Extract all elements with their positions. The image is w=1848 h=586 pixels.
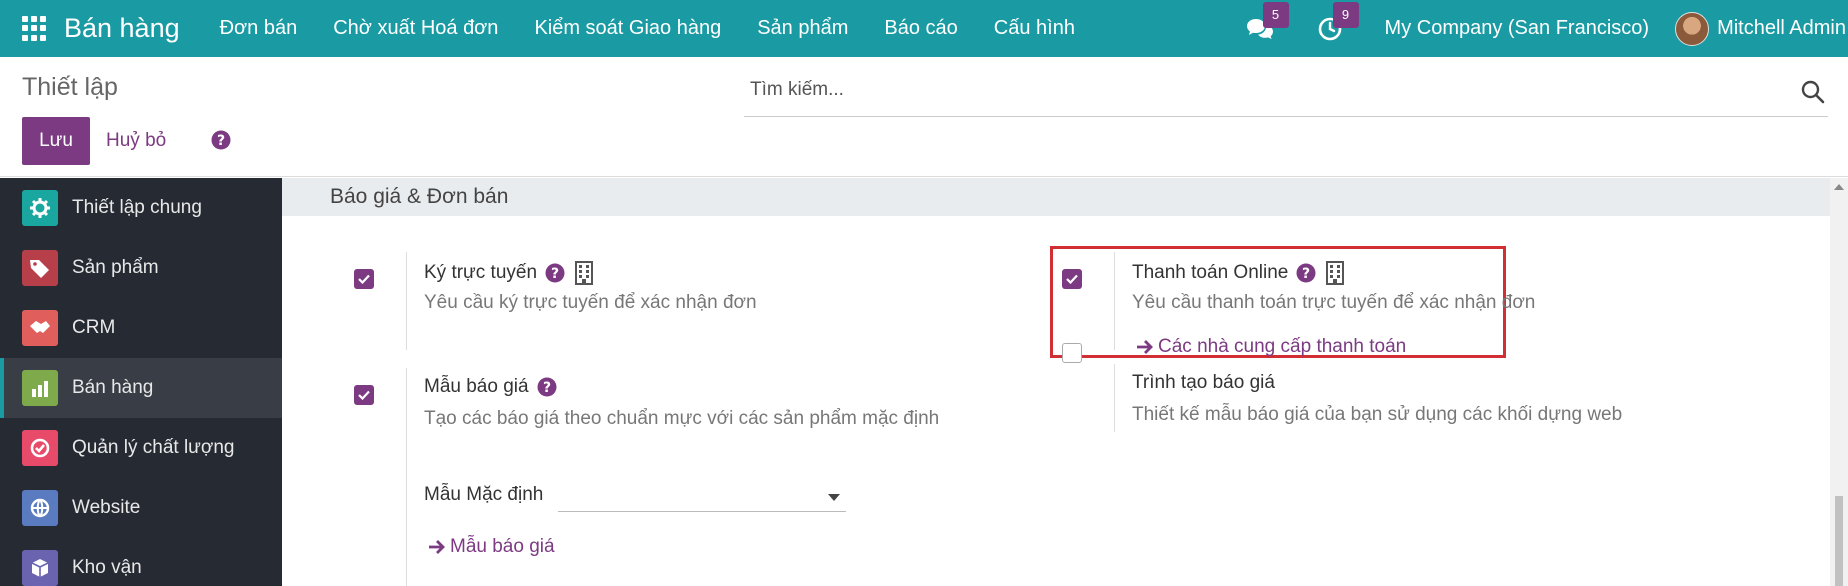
settings-content: Báo giá & Đơn bán Ký trực tuyến ? Yêu cầ… — [282, 178, 1830, 586]
handshake-icon — [22, 310, 58, 346]
payment-providers-link[interactable]: Các nhà cung cấp thanh toán — [1136, 336, 1406, 358]
divider — [1114, 252, 1115, 350]
sidebar-item-quality[interactable]: Quản lý chất lượng — [0, 418, 282, 478]
activities-clock-icon[interactable]: 9 — [1315, 1, 1359, 44]
cancel-button[interactable]: Huỷ bỏ — [106, 117, 166, 165]
app-brand[interactable]: Bán hàng — [64, 13, 180, 44]
save-button[interactable]: Lưu — [22, 117, 90, 165]
tag-icon — [22, 250, 58, 286]
search-bar — [744, 71, 1828, 117]
content-scrollbar[interactable] — [1830, 178, 1848, 586]
section-title: Báo giá & Đơn bán — [282, 178, 1830, 216]
sidebar-item-label: Sản phẩm — [72, 257, 159, 278]
activities-badge: 9 — [1332, 1, 1359, 28]
default-template-label: Mẫu Mặc định — [424, 484, 544, 505]
menu-reporting[interactable]: Báo cáo — [884, 17, 957, 40]
sidebar-item-inventory[interactable]: Kho vận — [0, 538, 282, 586]
sidebar-item-label: Kho vận — [72, 557, 142, 578]
gear-icon — [22, 190, 58, 226]
svg-text:?: ? — [1302, 266, 1310, 282]
quotation-templates-link[interactable]: Mẫu báo giá — [428, 536, 555, 558]
online-signature-title: Ký trực tuyến — [424, 262, 538, 283]
quotation-builder-desc: Thiết kế mẫu báo giá của bạn sử dụng các… — [1132, 404, 1623, 425]
online-payment-desc: Yêu cầu thanh toán trực tuyến để xác nhậ… — [1132, 292, 1536, 313]
menu-to-invoice[interactable]: Chờ xuất Hoá đơn — [333, 17, 498, 40]
arrow-right-icon — [1137, 340, 1153, 354]
company-building-icon — [1326, 261, 1345, 285]
help-icon[interactable]: ? — [1296, 263, 1316, 283]
globe-icon — [22, 490, 58, 526]
svg-text:?: ? — [551, 266, 559, 282]
svg-text:?: ? — [543, 380, 551, 396]
caret-down-icon — [828, 494, 840, 501]
control-panel: Thiết lập Lưu Huỷ bỏ ? — [0, 57, 1848, 177]
box-icon — [22, 550, 58, 586]
default-template-select[interactable] — [558, 482, 846, 512]
sidebar-item-label: Quản lý chất lượng — [72, 437, 235, 458]
apps-menu-icon[interactable] — [22, 15, 48, 42]
online-payment-checkbox[interactable] — [1062, 269, 1082, 289]
online-signature-desc: Yêu cầu ký trực tuyến để xác nhận đơn — [424, 292, 757, 313]
sidebar-item-label: Thiết lập chung — [72, 197, 202, 218]
sales-chart-icon — [22, 370, 58, 406]
sidebar-item-sales[interactable]: Bán hàng — [0, 358, 282, 418]
help-icon[interactable]: ? — [211, 130, 231, 150]
sidebar-item-label: Bán hàng — [72, 377, 154, 398]
help-icon[interactable]: ? — [537, 377, 557, 397]
sidebar-item-products[interactable]: Sản phẩm — [0, 238, 282, 298]
sidebar-item-general-settings[interactable]: Thiết lập chung — [0, 178, 282, 238]
scroll-up-arrow[interactable] — [1834, 184, 1844, 190]
online-signature-checkbox[interactable] — [354, 269, 374, 289]
menu-configuration[interactable]: Cấu hình — [994, 17, 1075, 40]
divider — [406, 252, 407, 350]
top-navbar: Bán hàng Đơn bán Chờ xuất Hoá đơn Kiểm s… — [0, 0, 1848, 57]
menu-delivery-control[interactable]: Kiểm soát Giao hàng — [534, 17, 721, 40]
arrow-right-icon — [429, 540, 445, 554]
sidebar-item-website[interactable]: Website — [0, 478, 282, 538]
search-icon[interactable] — [1800, 79, 1826, 105]
messages-icon[interactable]: 5 — [1245, 1, 1289, 44]
search-input[interactable] — [750, 79, 1650, 101]
online-payment-title: Thanh toán Online — [1132, 262, 1289, 283]
quotation-builder-title: Trình tạo báo giá — [1132, 372, 1275, 393]
quotation-templates-checkbox[interactable] — [354, 385, 374, 405]
menu-orders[interactable]: Đơn bán — [220, 17, 298, 40]
payment-providers-label: Các nhà cung cấp thanh toán — [1158, 336, 1407, 357]
settings-sidebar: Thiết lập chung Sản phẩm CRM Bán hàng Qu… — [0, 178, 282, 586]
user-avatar[interactable] — [1675, 11, 1710, 46]
page-title: Thiết lập — [22, 73, 118, 101]
quality-check-icon — [22, 430, 58, 466]
user-menu[interactable]: Mitchell Admin — [1717, 17, 1846, 40]
divider — [406, 368, 407, 586]
online-payment-setting: Thanh toán Online ? — [1132, 260, 1346, 286]
quotation-templates-desc: Tạo các báo giá theo chuẩn mực với các s… — [424, 408, 940, 429]
menu-products[interactable]: Sản phẩm — [757, 17, 848, 40]
online-signature-setting: Ký trực tuyến ? — [424, 260, 595, 286]
svg-text:?: ? — [217, 133, 225, 149]
messages-badge: 5 — [1262, 1, 1289, 28]
quotation-templates-title: Mẫu báo giá — [424, 376, 529, 397]
quotation-builder-checkbox[interactable] — [1062, 343, 1082, 363]
company-building-icon — [575, 261, 594, 285]
sidebar-item-label: CRM — [72, 317, 116, 338]
help-icon[interactable]: ? — [545, 263, 565, 283]
sidebar-item-label: Website — [72, 497, 141, 518]
divider — [1114, 364, 1115, 432]
scroll-thumb[interactable] — [1835, 496, 1843, 586]
quotation-templates-link-label: Mẫu báo giá — [450, 536, 555, 557]
sidebar-item-crm[interactable]: CRM — [0, 298, 282, 358]
quotation-templates-setting: Mẫu báo giá ? — [424, 376, 557, 398]
company-switcher[interactable]: My Company (San Francisco) — [1385, 17, 1650, 40]
